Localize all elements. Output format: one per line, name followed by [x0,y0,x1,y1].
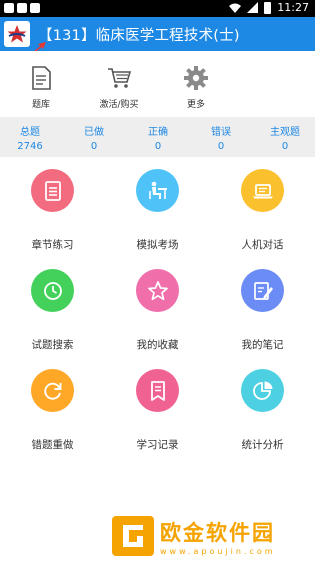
feature-circle [136,169,179,212]
stat-subjective: 主观题 0 [255,123,315,152]
stats-bar: 总题 2746 已做 0 正确 0 错误 0 主观题 0 [0,117,315,157]
laptop-icon [252,183,273,198]
feature-circle [136,269,179,312]
document-icon [32,66,51,90]
bookmark-icon [150,380,165,401]
feature-circle [31,269,74,312]
feature-circle [136,369,179,412]
feature-label: 章节练习 [31,239,74,251]
feature-circle [241,369,284,412]
redo-wrong-button[interactable]: 错题重做 [0,357,105,457]
question-search-button[interactable]: 试题搜索 [0,257,105,357]
feature-circle [31,169,74,212]
star-icon [147,280,168,300]
feature-label: 人机对话 [241,239,284,251]
stat-correct: 正确 0 [128,123,188,152]
stat-label: 主观题 [270,127,300,138]
stat-label: 错误 [211,127,231,138]
stat-done: 已做 0 [64,123,124,152]
clock-time: 11:27 [277,1,309,14]
document-icon [44,180,61,201]
toolbar-label: 激活/购买 [99,100,139,110]
signal-icon [247,2,259,13]
notification-icon [17,3,27,13]
mock-exam-button[interactable]: 模拟考场 [105,157,210,257]
feature-label: 模拟考场 [136,239,179,251]
feature-label: 我的笔记 [241,339,284,351]
watermark-logo-icon [112,516,154,556]
feature-circle [241,169,284,212]
notification-icon [30,3,40,13]
status-bar: 11:27 [0,0,315,17]
my-favorites-button[interactable]: 我的收藏 [105,257,210,357]
cart-icon [108,68,132,88]
more-button[interactable]: 更多 [166,65,226,110]
stat-value: 0 [217,141,225,152]
watermark-subtitle: www.apoujin.com [160,546,276,556]
feature-circle [241,269,284,312]
notification-icons [4,3,40,13]
gear-icon [184,66,208,90]
feature-label: 统计分析 [241,439,284,451]
study-record-button[interactable]: 学习记录 [105,357,210,457]
feature-label: 错题重做 [31,439,74,451]
watermark: 欧金软件园 www.apoujin.com [112,516,276,556]
feature-label: 学习记录 [136,439,179,451]
battery-icon [264,1,272,14]
watermark-title: 欧金软件园 [160,520,275,545]
stat-value: 0 [154,141,162,152]
redo-icon [43,382,61,400]
exam-desk-icon [148,181,167,199]
notification-icon [4,3,14,13]
pie-chart-icon [252,381,272,400]
stat-label: 总题 [20,127,40,138]
page-title: 【131】临床医学工程技术(士) [38,27,240,44]
human-computer-dialogue-button[interactable]: 人机对话 [210,157,315,257]
stat-wrong: 错误 0 [191,123,251,152]
stat-value: 0 [281,141,289,152]
toolbar: 题库 激活/购买 更多 [0,51,315,116]
feature-label: 试题搜索 [31,339,74,351]
my-notes-button[interactable]: 我的笔记 [210,257,315,357]
activate-purchase-button[interactable]: 激活/购买 [89,65,149,110]
feature-circle [31,369,74,412]
clock-icon [43,281,62,300]
stat-total: 总题 2746 [0,123,60,152]
note-icon [253,281,273,300]
toolbar-label: 题库 [31,100,50,110]
question-bank-button[interactable]: 题库 [11,65,71,110]
toolbar-label: 更多 [186,100,205,110]
stat-value: 0 [90,141,98,152]
stat-label: 正确 [148,127,168,138]
statistics-analysis-button[interactable]: 统计分析 [210,357,315,457]
chapter-practice-button[interactable]: 章节练习 [0,157,105,257]
stat-value: 2746 [17,141,43,152]
stat-label: 已做 [84,127,104,138]
wifi-icon [229,3,242,13]
feature-label: 我的收藏 [136,339,179,351]
